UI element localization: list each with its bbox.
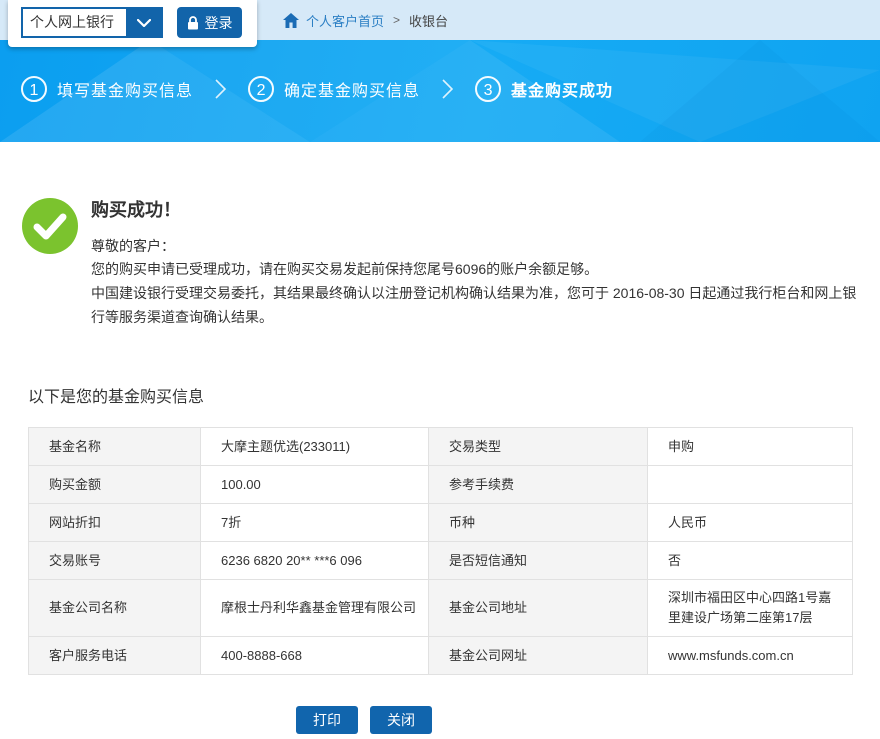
cell-label: 基金公司地址 xyxy=(429,580,648,637)
steps-banner: 1 填写基金购买信息 2 确定基金购买信息 3 基金购买成功 xyxy=(0,40,880,142)
cell-label: 客户服务电话 xyxy=(29,637,201,675)
success-line-1: 您的购买申请已受理成功，请在购买交易发起前保持您尾号6096的账户余额足够。 xyxy=(91,257,863,281)
step-2-number: 2 xyxy=(248,76,274,102)
purchase-info-table: 基金名称 大摩主题优选(233011) 交易类型 申购 购买金额 100.00 … xyxy=(28,427,853,675)
login-button-label: 登录 xyxy=(205,13,233,33)
table-row: 基金公司名称 摩根士丹利华鑫基金管理有限公司 基金公司地址 深圳市福田区中心四路… xyxy=(29,580,853,637)
login-button[interactable]: 登录 xyxy=(177,7,242,38)
cell-value xyxy=(648,466,853,504)
cell-label: 币种 xyxy=(429,504,648,542)
breadcrumb-current: 收银台 xyxy=(409,11,448,30)
channel-select[interactable]: 个人网上银行 xyxy=(21,7,163,38)
step-3-active: 3 基金购买成功 xyxy=(475,76,613,102)
step-2: 2 确定基金购买信息 xyxy=(248,76,420,102)
info-section-title: 以下是您的基金购买信息 xyxy=(28,383,880,407)
chevron-down-icon[interactable] xyxy=(126,9,161,36)
lock-icon xyxy=(187,16,199,30)
cell-value: 6236 6820 20** ***6 096 xyxy=(201,542,429,580)
cell-label: 交易账号 xyxy=(29,542,201,580)
action-buttons: 打印 关闭 xyxy=(296,706,880,734)
table-row: 购买金额 100.00 参考手续费 xyxy=(29,466,853,504)
step-1-label: 填写基金购买信息 xyxy=(57,77,193,101)
cell-value: www.msfunds.com.cn xyxy=(648,637,853,675)
cell-value: 摩根士丹利华鑫基金管理有限公司 xyxy=(201,580,429,637)
cell-label: 网站折扣 xyxy=(29,504,201,542)
login-quick-panel: 个人网上银行 登录 xyxy=(8,0,257,47)
cell-value: 人民币 xyxy=(648,504,853,542)
table-row: 网站折扣 7折 币种 人民币 xyxy=(29,504,853,542)
breadcrumb-separator: > xyxy=(393,13,400,27)
cell-label: 基金名称 xyxy=(29,428,201,466)
success-title: 购买成功！ xyxy=(91,198,863,222)
cell-label: 基金公司名称 xyxy=(29,580,201,637)
table-row: 交易账号 6236 6820 20** ***6 096 是否短信通知 否 xyxy=(29,542,853,580)
success-line-2: 中国建设银行受理交易委托，其结果最终确认以注册登记机构确认结果为准，您可于 20… xyxy=(91,281,863,329)
breadcrumb-home-link[interactable]: 个人客户首页 xyxy=(283,11,384,30)
home-icon xyxy=(283,13,299,28)
print-button[interactable]: 打印 xyxy=(296,706,358,734)
success-greeting: 尊敬的客户： xyxy=(91,235,863,257)
step-1: 1 填写基金购买信息 xyxy=(21,76,193,102)
success-text: 购买成功！ 尊敬的客户： 您的购买申请已受理成功，请在购买交易发起前保持您尾号6… xyxy=(91,198,863,329)
step-3-number: 3 xyxy=(475,76,501,102)
cell-label: 基金公司网址 xyxy=(429,637,648,675)
cell-label: 是否短信通知 xyxy=(429,542,648,580)
cell-value: 深圳市福田区中心四路1号嘉里建设广场第二座第17层 xyxy=(648,580,853,637)
cell-value: 7折 xyxy=(201,504,429,542)
table-row: 基金名称 大摩主题优选(233011) 交易类型 申购 xyxy=(29,428,853,466)
step-2-label: 确定基金购买信息 xyxy=(284,77,420,101)
step-separator-icon xyxy=(215,79,226,99)
cell-label: 参考手续费 xyxy=(429,466,648,504)
breadcrumb-home-label[interactable]: 个人客户首页 xyxy=(306,11,384,30)
cell-value: 100.00 xyxy=(201,466,429,504)
cell-value: 大摩主题优选(233011) xyxy=(201,428,429,466)
cell-value: 申购 xyxy=(648,428,853,466)
progress-steps: 1 填写基金购买信息 2 确定基金购买信息 3 基金购买成功 xyxy=(0,40,880,102)
cell-value: 400-8888-668 xyxy=(201,637,429,675)
table-row: 客户服务电话 400-8888-668 基金公司网址 www.msfunds.c… xyxy=(29,637,853,675)
cell-value: 否 xyxy=(648,542,853,580)
cell-label: 购买金额 xyxy=(29,466,201,504)
success-message-block: 购买成功！ 尊敬的客户： 您的购买申请已受理成功，请在购买交易发起前保持您尾号6… xyxy=(22,198,880,329)
channel-select-value: 个人网上银行 xyxy=(23,9,126,36)
cell-label: 交易类型 xyxy=(429,428,648,466)
step-separator-icon xyxy=(442,79,453,99)
breadcrumb: 个人客户首页 > 收银台 xyxy=(283,11,448,30)
close-button[interactable]: 关闭 xyxy=(370,706,432,734)
success-check-icon xyxy=(22,198,78,254)
step-3-label: 基金购买成功 xyxy=(511,77,613,101)
step-1-number: 1 xyxy=(21,76,47,102)
